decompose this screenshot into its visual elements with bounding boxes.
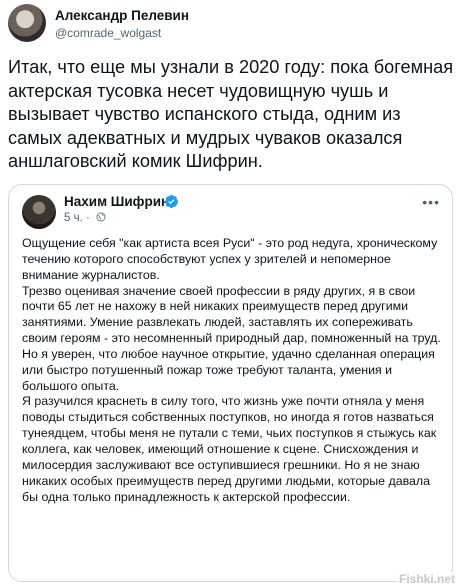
quoted-post-meta: 5 ч. · [64,212,106,224]
watermark: Fishki.net [396,572,457,586]
author-name[interactable]: Александр Пелевин [55,8,189,23]
quoted-paragraph: Я разучился краснеть в силу того, что жи… [22,394,437,504]
more-options-icon[interactable]: ••• [422,195,440,209]
verified-badge-icon [164,194,179,209]
quoted-author-avatar[interactable] [22,195,56,229]
quoted-post-card[interactable]: Нахим Шифрин ••• 5 ч. · Ощущение себя "к… [8,184,453,582]
quoted-author-name[interactable]: Нахим Шифрин [64,194,169,209]
quoted-paragraph: Трезво оценивая значение своей профессии… [22,283,441,346]
author-avatar[interactable] [8,4,46,42]
globe-icon [96,212,106,222]
author-handle[interactable]: @comrade_wolgast [55,26,161,40]
meta-separator: · [85,212,90,224]
tweet-header: Александр Пелевин @comrade_wolgast [8,4,453,44]
quoted-paragraph: Ощущение себя "как артиста всея Руси" - … [22,236,438,282]
post-time[interactable]: 5 ч. [64,212,83,224]
quoted-post-body: Ощущение себя "как артиста всея Руси" - … [22,236,444,505]
tweet-text: Итак, что еще мы узнали в 2020 году: пок… [8,57,454,171]
quoted-paragraph: Но я уверен, что любое научное открытие,… [22,346,435,393]
